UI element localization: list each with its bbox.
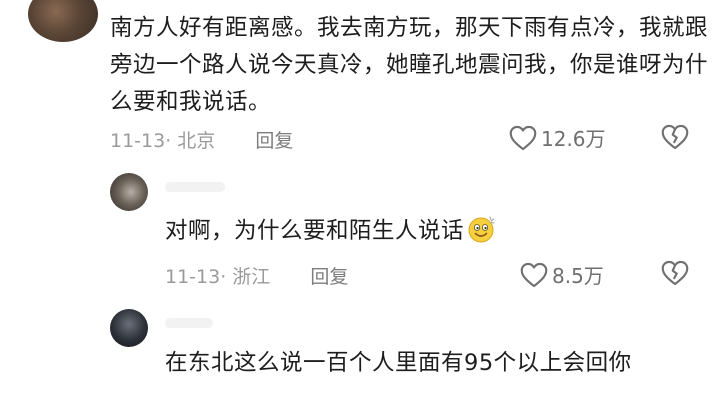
comment-text-content: 对啊，为什么要和陌生人说话: [165, 218, 465, 244]
comment-text: 在东北这么说一百个人里面有95个以上会回你: [165, 350, 632, 376]
reply-button[interactable]: 回复: [310, 266, 348, 288]
avatar[interactable]: [110, 309, 148, 347]
heart-outline-icon: [520, 262, 548, 287]
comment-text: 南方人好有距离感。我去南方玩，那天下雨有点冷，我就跟旁边一个路人说今天真冷，她瞳…: [110, 15, 709, 115]
comment-time-location: 11-13· 浙江: [165, 266, 271, 288]
broken-heart-icon: [661, 124, 689, 150]
reply-button[interactable]: 回复: [255, 130, 293, 152]
comment-text: 对啊，为什么要和陌生人说话: [165, 213, 685, 250]
comment-meta: 11-13· 浙江 回复: [165, 262, 348, 289]
like-count: 8.5万: [552, 264, 604, 288]
avatar[interactable]: [28, 0, 98, 42]
like-count: 12.6万: [541, 127, 606, 151]
comment-meta: 11-13· 北京 回复: [110, 126, 293, 153]
comment-time-location: 11-13· 北京: [110, 130, 216, 152]
username-redacted: [165, 318, 213, 328]
like-button[interactable]: 12.6万: [509, 123, 606, 152]
dislike-button[interactable]: [661, 260, 689, 290]
like-button[interactable]: 8.5万: [520, 260, 604, 289]
smiling-face-emoji: [468, 216, 495, 243]
broken-heart-icon: [661, 260, 689, 286]
avatar[interactable]: [110, 173, 148, 211]
heart-outline-icon: [509, 125, 537, 150]
dislike-button[interactable]: [661, 124, 689, 154]
username-redacted: [165, 182, 225, 192]
